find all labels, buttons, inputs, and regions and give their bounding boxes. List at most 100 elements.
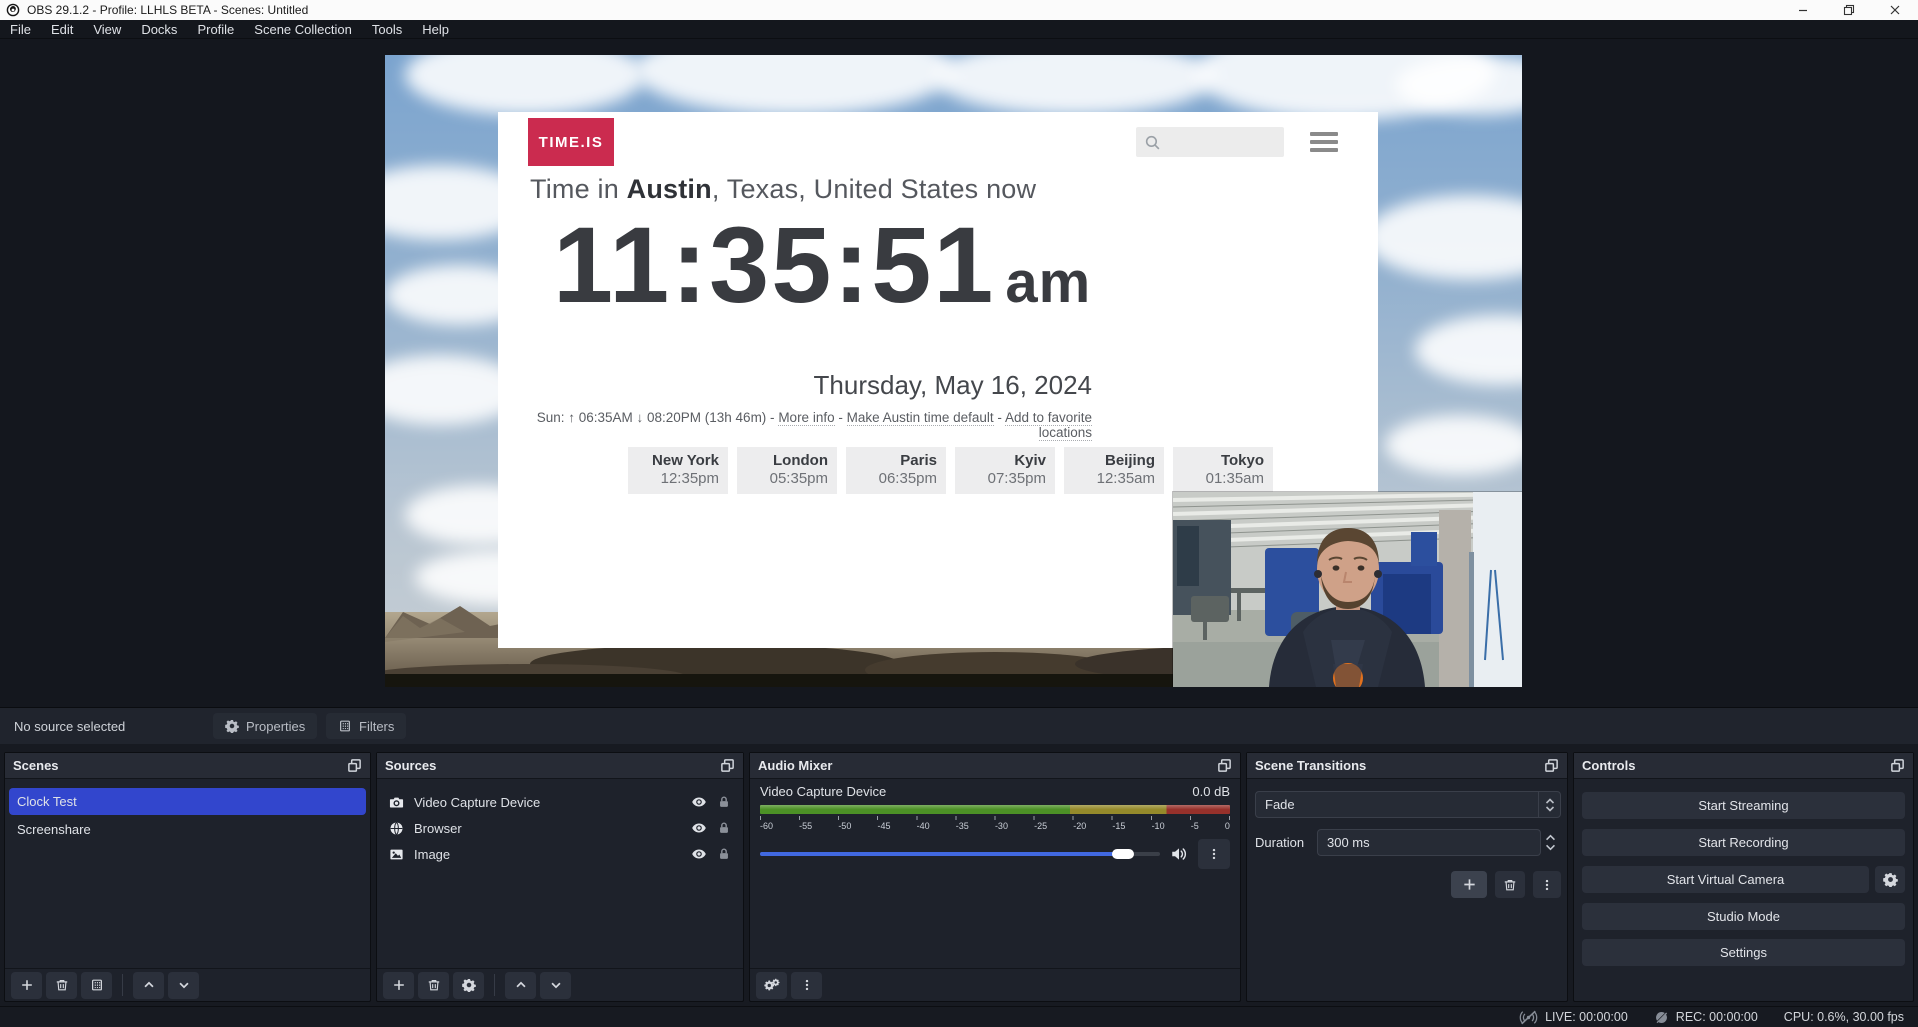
add-scene-button[interactable] <box>11 972 42 999</box>
spin-down-icon[interactable] <box>1545 844 1556 851</box>
start-recording-button[interactable]: Start Recording <box>1582 829 1905 856</box>
controls-panel-header: Controls <box>1574 753 1913 779</box>
speaker-icon[interactable] <box>1170 845 1188 863</box>
maximize-button[interactable] <box>1826 0 1872 20</box>
chevron-down-icon <box>549 978 563 992</box>
add-source-button[interactable] <box>383 972 414 999</box>
volume-meter <box>760 805 1230 814</box>
lock-icon[interactable] <box>717 847 731 861</box>
cloud <box>1415 315 1522 385</box>
gears-icon <box>764 977 780 993</box>
transitions-panel-title: Scene Transitions <box>1255 758 1366 773</box>
source-properties-button[interactable] <box>453 972 484 999</box>
menu-item-help[interactable]: Help <box>412 20 459 38</box>
mixer-channel-menu-button[interactable] <box>1198 839 1230 869</box>
scene-item-screenshare[interactable]: Screenshare <box>9 816 366 843</box>
menu-item-scene-collection[interactable]: Scene Collection <box>244 20 362 38</box>
scene-item-clock-test[interactable]: Clock Test <box>9 788 366 815</box>
remove-scene-button[interactable] <box>46 972 77 999</box>
city-card: Tokyo01:35am <box>1173 447 1273 494</box>
transition-menu-button[interactable] <box>1533 871 1561 898</box>
properties-button[interactable]: Properties <box>213 713 317 739</box>
source-toolbar: No source selected Properties Filters <box>0 707 1918 744</box>
visibility-eye-icon[interactable] <box>691 794 707 810</box>
select-chevrons-icon[interactable] <box>1538 792 1560 817</box>
menu-item-profile[interactable]: Profile <box>187 20 244 38</box>
rec-time-label: REC: 00:00:00 <box>1676 1010 1758 1024</box>
sources-toolbar <box>377 968 743 1001</box>
scenes-panel: Scenes Clock Test Screenshare <box>4 752 371 1002</box>
virtual-camera-settings-button[interactable] <box>1875 866 1905 893</box>
audio-mixer-panel: Audio Mixer Video Capture Device 0.0 dB … <box>749 752 1241 1002</box>
remove-source-button[interactable] <box>418 972 449 999</box>
gear-icon <box>462 978 476 992</box>
menu-item-tools[interactable]: Tools <box>362 20 412 38</box>
mixer-toolbar <box>750 968 1240 1001</box>
cloud <box>1365 195 1522 280</box>
timeis-sun-info: Sun: ↑ 06:35AM ↓ 08:20PM (13h 46m) - Mor… <box>498 410 1092 440</box>
mixer-menu-button[interactable] <box>791 972 822 999</box>
visibility-eye-icon[interactable] <box>691 820 707 836</box>
preview-canvas[interactable]: TIME.IS Time in Austin, Texas, United St… <box>385 55 1522 687</box>
source-row-browser[interactable]: Browser <box>377 815 743 841</box>
move-source-up-button[interactable] <box>505 972 536 999</box>
transition-select[interactable]: Fade <box>1255 791 1561 818</box>
menu-item-docks[interactable]: Docks <box>131 20 187 38</box>
title-bar: OBS 29.1.2 - Profile: LLHLS BETA - Scene… <box>0 0 1918 20</box>
filters-button[interactable]: Filters <box>326 713 406 739</box>
popout-icon[interactable] <box>1544 758 1559 773</box>
start-streaming-button[interactable]: Start Streaming <box>1582 792 1905 819</box>
move-scene-down-button[interactable] <box>168 972 199 999</box>
controls-panel-title: Controls <box>1582 758 1635 773</box>
toolbar-divider <box>122 974 123 996</box>
webcam-overlay[interactable] <box>1173 492 1522 687</box>
globe-icon <box>389 821 404 836</box>
dots-menu-icon <box>1207 847 1221 861</box>
start-virtual-camera-button[interactable]: Start Virtual Camera <box>1582 866 1869 893</box>
duration-input[interactable]: 300 ms <box>1317 829 1541 856</box>
add-transition-button[interactable] <box>1451 871 1487 898</box>
gear-icon <box>225 719 239 733</box>
menu-item-view[interactable]: View <box>83 20 131 38</box>
scene-transitions-panel: Scene Transitions Fade Duration 300 ms <box>1246 752 1568 1002</box>
remove-transition-button[interactable] <box>1495 871 1525 898</box>
lock-icon[interactable] <box>717 795 731 809</box>
record-slash-icon <box>1654 1010 1669 1025</box>
status-bar: LIVE: 00:00:00 REC: 00:00:00 CPU: 0.6%, … <box>0 1006 1918 1027</box>
menu-item-edit[interactable]: Edit <box>41 20 83 38</box>
plus-icon <box>1462 877 1477 892</box>
menu-item-file[interactable]: File <box>0 20 41 38</box>
close-button[interactable] <box>1872 0 1918 20</box>
studio-mode-button[interactable]: Studio Mode <box>1582 903 1905 930</box>
dots-menu-icon <box>1540 878 1554 892</box>
popout-icon[interactable] <box>720 758 735 773</box>
popout-icon[interactable] <box>1890 758 1905 773</box>
volume-slider-fill <box>760 852 1132 856</box>
lock-icon[interactable] <box>717 821 731 835</box>
meter-scale: -60-55-50-45-40-35-30-25-20-15-10-50 <box>760 821 1230 831</box>
duration-spinner[interactable] <box>1541 834 1559 851</box>
settings-button[interactable]: Settings <box>1582 939 1905 966</box>
hamburger-menu-icon <box>1310 132 1338 152</box>
volume-slider-handle[interactable] <box>1112 849 1134 859</box>
scenes-panel-header: Scenes <box>5 753 370 779</box>
advanced-audio-button[interactable] <box>756 972 787 999</box>
visibility-eye-icon[interactable] <box>691 846 707 862</box>
move-scene-up-button[interactable] <box>133 972 164 999</box>
obs-window: OBS 29.1.2 - Profile: LLHLS BETA - Scene… <box>0 0 1918 1027</box>
move-source-down-button[interactable] <box>540 972 571 999</box>
minimize-button[interactable] <box>1780 0 1826 20</box>
popout-icon[interactable] <box>1217 758 1232 773</box>
scene-filters-button[interactable] <box>81 972 112 999</box>
popout-icon[interactable] <box>347 758 362 773</box>
chevron-up-icon <box>514 978 528 992</box>
spin-up-icon[interactable] <box>1545 834 1556 841</box>
filter-icon <box>338 719 352 733</box>
world-cities-row: New York12:35pm London05:35pm Paris06:35… <box>628 447 1273 494</box>
source-row-video-capture[interactable]: Video Capture Device <box>377 789 743 815</box>
volume-slider[interactable] <box>760 852 1160 856</box>
image-icon <box>389 847 404 862</box>
city-card: Beijing12:35am <box>1064 447 1164 494</box>
timeis-search-box <box>1136 127 1284 157</box>
source-row-image[interactable]: Image <box>377 841 743 867</box>
